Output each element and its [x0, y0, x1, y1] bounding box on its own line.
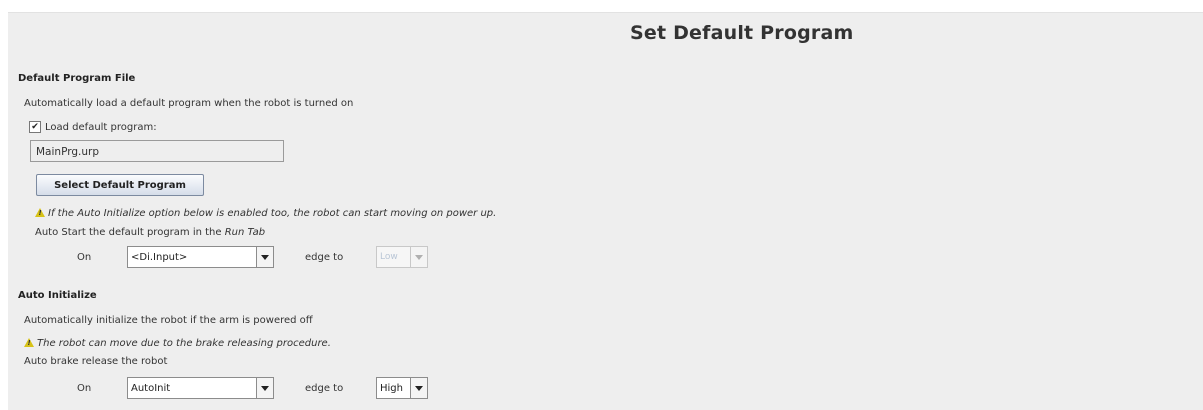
auto-initialize-warning-text: The robot can move due to the brake rele… [37, 338, 331, 349]
autostart-on-label: On [77, 252, 92, 263]
autoinit-edge-dropdown[interactable]: High [376, 377, 428, 399]
autostart-input-dropdown[interactable]: <Di.Input> [127, 246, 274, 268]
auto-initialize-description: Automatically initialize the robot if th… [24, 315, 313, 326]
autoinit-on-label: On [77, 383, 92, 394]
autoinit-input-value: AutoInit [131, 383, 171, 394]
default-program-section-title: Default Program File [18, 73, 136, 84]
brake-release-text: Auto brake release the robot [24, 356, 168, 367]
default-program-file-field[interactable]: MainPrg.urp [30, 140, 284, 162]
autostart-warning-text: If the Auto Initialize option below is e… [48, 208, 497, 219]
run-tab-link: Run Tab [224, 227, 266, 238]
load-default-program-label: Load default program: [45, 121, 157, 133]
autoinit-input-dropdown[interactable]: AutoInit [127, 377, 274, 399]
autostart-warning: If the Auto Initialize option below is e… [35, 208, 496, 219]
autostart-edge-label: edge to [305, 252, 344, 263]
autoinit-edge-label: edge to [305, 383, 344, 394]
chevron-down-icon[interactable] [410, 378, 427, 398]
autostart-edge-value: Low [380, 252, 398, 262]
auto-initialize-warning: The robot can move due to the brake rele… [24, 338, 331, 349]
autoinit-edge-value: High [380, 383, 403, 394]
page-title: Set Default Program [630, 22, 854, 44]
load-default-program-checkbox[interactable]: ✔ [29, 121, 41, 133]
autostart-text: Auto Start the default program in the Ru… [35, 227, 265, 238]
default-program-description: Automatically load a default program whe… [24, 98, 354, 109]
autostart-input-value: <Di.Input> [131, 252, 188, 263]
warning-icon [24, 338, 34, 347]
autostart-edge-dropdown[interactable]: Low [376, 246, 428, 268]
chevron-down-icon[interactable] [256, 247, 273, 267]
load-default-program-row[interactable]: ✔ Load default program: [29, 121, 157, 133]
select-default-program-button[interactable]: Select Default Program [36, 174, 204, 196]
auto-initialize-section-title: Auto Initialize [18, 290, 97, 301]
chevron-down-icon[interactable] [256, 378, 273, 398]
autostart-prefix: Auto Start the default program in the [35, 227, 222, 238]
warning-icon [35, 208, 45, 217]
chevron-down-icon[interactable] [410, 247, 427, 267]
